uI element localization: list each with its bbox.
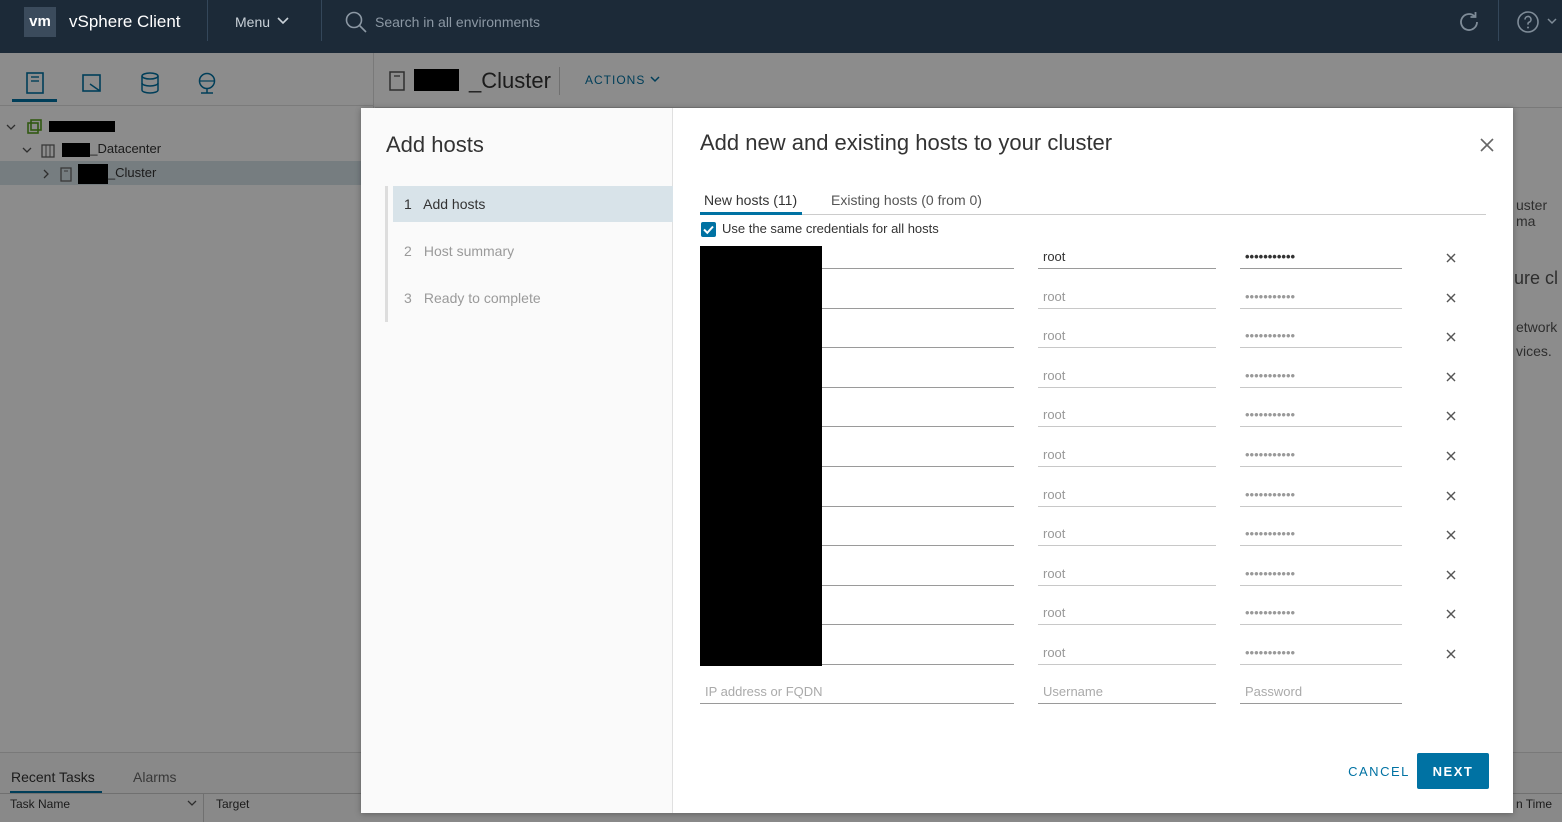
host-username-input[interactable] <box>1038 483 1216 507</box>
steps-rail <box>385 186 388 322</box>
refresh-icon[interactable] <box>1456 9 1482 35</box>
host-username-input[interactable] <box>1038 522 1216 546</box>
wizard-steps-panel: Add hosts 1 Add hosts 2 Host summary 3 R… <box>361 108 673 813</box>
search-icon <box>345 11 367 33</box>
close-icon[interactable] <box>1477 135 1497 155</box>
wizard-step-add-hosts[interactable]: 1 Add hosts <box>393 186 673 222</box>
remove-host-icon[interactable] <box>1444 291 1458 305</box>
host-address-field[interactable] <box>822 403 1014 427</box>
menu-button[interactable]: Menu <box>235 14 270 30</box>
host-username-input[interactable] <box>1038 443 1216 467</box>
remove-host-icon[interactable] <box>1444 568 1458 582</box>
step-number: 2 <box>404 243 412 259</box>
header-divider <box>321 0 322 41</box>
help-icon[interactable] <box>1516 10 1540 34</box>
host-address-field[interactable] <box>822 364 1014 388</box>
redacted-block <box>700 246 822 666</box>
host-address-field[interactable] <box>822 245 1014 269</box>
host-address-field[interactable] <box>822 562 1014 586</box>
tabs-divider <box>700 214 1486 215</box>
host-password-input[interactable] <box>1240 522 1402 546</box>
active-tab-indicator <box>700 212 802 215</box>
step-number: 1 <box>404 196 412 212</box>
vm-logo: vm <box>24 7 56 37</box>
remove-host-icon[interactable] <box>1444 489 1458 503</box>
app-title: vSphere Client <box>69 12 181 31</box>
wizard-title: Add hosts <box>386 132 484 157</box>
remove-host-icon[interactable] <box>1444 449 1458 463</box>
host-password-input[interactable] <box>1240 245 1402 269</box>
step-label: Ready to complete <box>423 290 541 306</box>
wizard-step-ready-to-complete[interactable]: 3 Ready to complete <box>393 280 673 316</box>
host-password-input[interactable] <box>1240 403 1402 427</box>
host-address-field[interactable] <box>822 641 1014 665</box>
new-host-password-input[interactable] <box>1240 680 1402 704</box>
host-address-field[interactable] <box>822 443 1014 467</box>
host-username-input[interactable] <box>1038 641 1216 665</box>
global-search-input[interactable] <box>375 11 775 33</box>
host-username-input[interactable] <box>1038 364 1216 388</box>
host-password-input[interactable] <box>1240 483 1402 507</box>
same-credentials-label: Use the same credentials for all hosts <box>722 221 939 236</box>
top-header: vm vSphere Client Menu <box>0 0 1562 53</box>
host-password-input[interactable] <box>1240 601 1402 625</box>
remove-host-icon[interactable] <box>1444 607 1458 621</box>
host-username-input[interactable] <box>1038 403 1216 427</box>
remove-host-icon[interactable] <box>1444 528 1458 542</box>
host-username-input[interactable] <box>1038 601 1216 625</box>
header-divider <box>1498 0 1499 41</box>
host-address-field[interactable] <box>822 601 1014 625</box>
host-password-input[interactable] <box>1240 364 1402 388</box>
step-number: 3 <box>404 290 412 306</box>
chevron-down-icon[interactable] <box>276 16 290 26</box>
host-password-input[interactable] <box>1240 562 1402 586</box>
host-password-input[interactable] <box>1240 641 1402 665</box>
chevron-down-icon[interactable] <box>1546 17 1558 26</box>
header-divider <box>207 0 208 41</box>
content-title: Add new and existing hosts to your clust… <box>700 130 1113 155</box>
new-host-username-input[interactable] <box>1038 680 1216 704</box>
remove-host-icon[interactable] <box>1444 330 1458 344</box>
host-password-input[interactable] <box>1240 324 1402 348</box>
remove-host-icon[interactable] <box>1444 647 1458 661</box>
wizard-step-host-summary[interactable]: 2 Host summary <box>393 233 673 269</box>
host-address-field[interactable] <box>822 285 1014 309</box>
host-address-field[interactable] <box>822 324 1014 348</box>
wizard-content: Add new and existing hosts to your clust… <box>673 108 1513 813</box>
remove-host-icon[interactable] <box>1444 370 1458 384</box>
cancel-button[interactable]: CANCEL <box>1329 754 1429 788</box>
host-username-input[interactable] <box>1038 324 1216 348</box>
add-hosts-dialog: Add hosts 1 Add hosts 2 Host summary 3 R… <box>361 108 1513 813</box>
host-address-field[interactable] <box>822 522 1014 546</box>
host-address-field[interactable] <box>822 483 1014 507</box>
remove-host-icon[interactable] <box>1444 251 1458 265</box>
step-label: Add hosts <box>423 196 486 212</box>
host-username-input[interactable] <box>1038 285 1216 309</box>
host-username-input[interactable] <box>1038 562 1216 586</box>
host-username-input[interactable] <box>1038 245 1216 269</box>
next-button[interactable]: NEXT <box>1417 753 1489 789</box>
check-icon <box>703 225 714 235</box>
remove-host-icon[interactable] <box>1444 409 1458 423</box>
tab-existing-hosts[interactable]: Existing hosts (0 from 0) <box>831 192 982 208</box>
same-credentials-checkbox[interactable] <box>701 222 716 237</box>
step-label: Host summary <box>423 243 515 259</box>
host-password-input[interactable] <box>1240 285 1402 309</box>
tab-new-hosts[interactable]: New hosts (11) <box>704 192 797 208</box>
host-password-input[interactable] <box>1240 443 1402 467</box>
new-host-address-input[interactable] <box>700 680 1014 704</box>
